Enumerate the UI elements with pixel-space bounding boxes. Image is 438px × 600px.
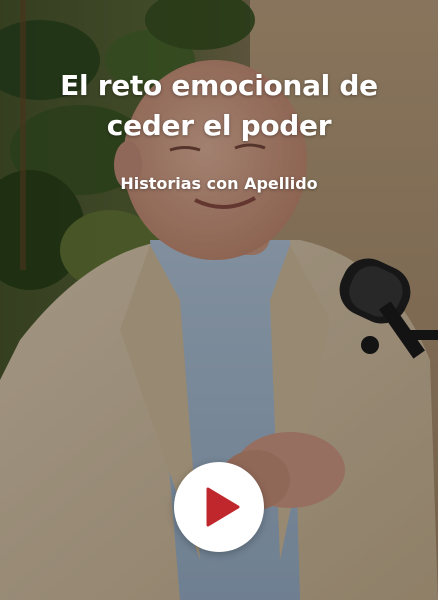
series-name: Historias con Apellido [120, 174, 318, 193]
play-icon [206, 487, 240, 527]
play-button[interactable] [174, 462, 264, 552]
video-title: El reto emocional de ceder el poder [60, 69, 378, 142]
video-card[interactable]: El reto emocional de ceder el poder Hist… [0, 0, 438, 600]
